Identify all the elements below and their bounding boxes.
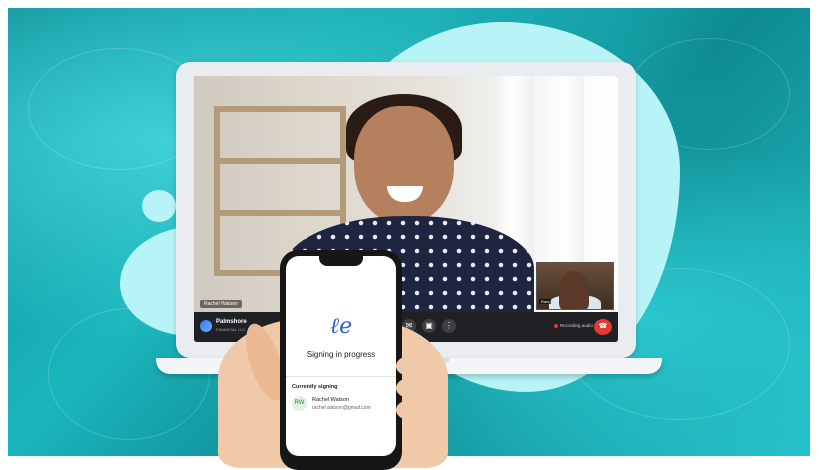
picture-in-picture-video[interactable]: Ravi bbox=[536, 262, 614, 310]
participant-face bbox=[354, 106, 454, 224]
signing-status-title: Signing in progress bbox=[306, 350, 376, 359]
finger bbox=[396, 356, 424, 376]
currently-signing-label: Currently signing bbox=[292, 384, 338, 390]
brand-subtitle: FINANCIAL LLC bbox=[216, 327, 246, 332]
record-dot-icon bbox=[554, 323, 558, 328]
decorative-dot bbox=[142, 190, 176, 222]
more-options-icon[interactable]: ⋮ bbox=[442, 319, 456, 333]
brand-name: Palmshore bbox=[216, 319, 247, 325]
signer-email: rachel.watson@gmail.com bbox=[312, 405, 371, 411]
signature-icon: ℓe bbox=[329, 314, 353, 339]
brand-logo: Palmshore FINANCIAL LLC bbox=[200, 319, 247, 333]
screen-share-icon[interactable]: ▣ bbox=[422, 319, 436, 333]
end-call-button[interactable]: ☎ bbox=[594, 319, 612, 335]
main-video-feed: Rachel Watson Ravi bbox=[194, 76, 618, 326]
brand-logo-icon bbox=[200, 320, 212, 332]
phone-notch bbox=[319, 256, 363, 266]
finger bbox=[396, 400, 424, 420]
pip-participant-name: Ravi bbox=[539, 299, 552, 304]
recording-indicator: Recording audio bbox=[554, 323, 593, 328]
recording-label: Recording audio bbox=[560, 323, 593, 328]
main-participant-name: Rachel Watson bbox=[200, 300, 242, 308]
finger bbox=[396, 378, 424, 398]
signer-avatar: RW bbox=[292, 396, 307, 411]
divider bbox=[286, 376, 396, 377]
phone-screen: ℓe Signing in progress Currently signing… bbox=[286, 256, 396, 456]
end-call-icon: ☎ bbox=[598, 323, 608, 330]
video-call-window: Rachel Watson Ravi Palmshore FINANCIAL L… bbox=[194, 76, 618, 342]
signer-name: Rachel Watson bbox=[312, 397, 350, 403]
